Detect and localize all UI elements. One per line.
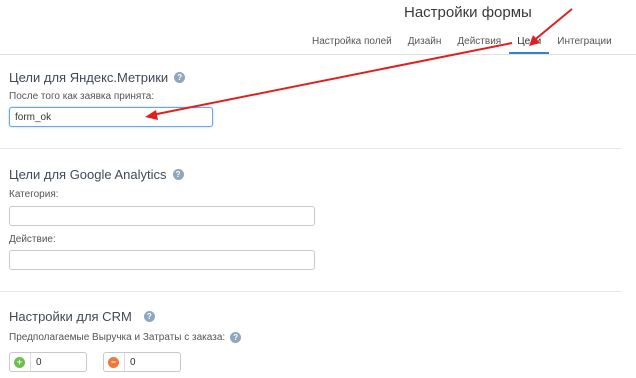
question-circle-icon[interactable]: ? [143,311,155,322]
tab-integrations[interactable]: Интеграции [549,30,619,48]
google-category-label: Категория: [9,189,59,200]
yandex-goal-input[interactable] [9,107,213,127]
yandex-section-title: Цели для Яндекс.Метрики ? [9,70,186,85]
crm-field-label: Предполагаемые Выручка и Затраты с заказ… [9,332,242,343]
section-divider [0,291,622,292]
question-circle-icon[interactable]: ? [230,332,242,343]
tab-design[interactable]: Дизайн [400,30,450,48]
question-circle-icon[interactable]: ? [172,169,184,180]
google-action-label: Действие: [9,234,56,245]
google-title-text: Цели для Google Analytics [9,167,167,182]
google-category-input[interactable] [9,206,315,226]
page-title: Настройки формы [404,4,532,21]
revenue-input[interactable] [31,355,78,369]
section-divider [0,148,622,149]
yandex-field-label: После того как заявка принята: [9,91,155,102]
plus-circle-icon: + [14,356,25,368]
question-circle-icon[interactable]: ? [174,72,186,83]
yandex-title-text: Цели для Яндекс.Метрики [9,70,169,85]
cost-input[interactable] [125,355,172,369]
crm-section-title: Настройки для CRM ? [9,309,155,324]
tab-field-settings[interactable]: Настройка полей [304,30,400,48]
google-section-title: Цели для Google Analytics ? [9,167,184,182]
revenue-field: + [9,352,87,372]
crm-field-label-text: Предполагаемые Выручка и Затраты с заказ… [9,332,226,343]
google-action-input[interactable] [9,250,315,270]
header-divider [0,54,636,55]
crm-title-text: Настройки для CRM [9,309,132,324]
tab-goals[interactable]: Цели [509,30,550,54]
minus-circle-icon: − [108,356,119,368]
tab-bar: Настройка полей Дизайн Действия Цели Инт… [304,30,620,54]
tab-actions[interactable]: Действия [449,30,509,48]
cost-field: − [103,352,181,372]
